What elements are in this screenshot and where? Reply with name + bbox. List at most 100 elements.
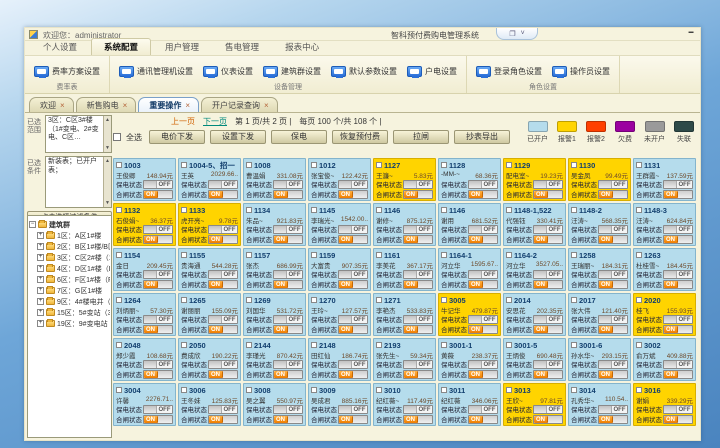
- card-checkbox[interactable]: [636, 252, 642, 258]
- card-checkbox[interactable]: [116, 207, 122, 213]
- meter-card[interactable]: 3006 王冬妹 125.83元 保电状态 OFF 合闸状态 ON: [178, 383, 241, 426]
- expand-icon[interactable]: +: [37, 309, 44, 316]
- card-checkbox[interactable]: [376, 387, 382, 393]
- window-controls-pill[interactable]: ❐ ˅: [496, 28, 538, 40]
- trip-switch-button[interactable]: 拉闸: [393, 130, 449, 144]
- card-checkbox[interactable]: [636, 297, 642, 303]
- card-checkbox[interactable]: [441, 207, 447, 213]
- card-checkbox[interactable]: [571, 207, 577, 213]
- ribbon-tab-sales[interactable]: 售电管理: [213, 39, 271, 55]
- switch-state-toggle[interactable]: ON: [598, 280, 628, 289]
- power-protect-toggle[interactable]: OFF: [663, 180, 693, 189]
- meter-card[interactable]: 1004-5、招一 王英 2029.66.. 保电状态 OFF 合闸状态 ON: [178, 158, 241, 201]
- tab-important-operations[interactable]: 重要操作×: [138, 97, 199, 112]
- power-protect-toggle[interactable]: OFF: [533, 180, 563, 189]
- card-checkbox[interactable]: [246, 342, 252, 348]
- switch-state-toggle[interactable]: ON: [208, 415, 238, 424]
- switch-state-toggle[interactable]: ON: [273, 190, 303, 199]
- card-checkbox[interactable]: [181, 342, 187, 348]
- meter-card[interactable]: 2148 田红仙 186.74元 保电状态 OFF 合闸状态 ON: [308, 338, 371, 381]
- meter-card[interactable]: 1157 张杰 686.99元 保电状态 OFF 合闸状态 ON: [243, 248, 306, 291]
- close-icon[interactable]: ×: [60, 101, 65, 110]
- switch-state-toggle[interactable]: ON: [143, 280, 173, 289]
- meter-card[interactable]: 1130 吴金凤 99.49元 保电状态 OFF 合闸状态 ON: [568, 158, 631, 201]
- scroll-down-icon[interactable]: ▼: [105, 199, 110, 208]
- switch-state-toggle[interactable]: ON: [338, 190, 368, 199]
- switch-state-toggle[interactable]: ON: [338, 415, 368, 424]
- switch-state-toggle[interactable]: ON: [403, 370, 433, 379]
- power-protect-toggle[interactable]: OFF: [208, 225, 238, 234]
- meter-card[interactable]: 2144 李瑾光 870.42元 保电状态 OFF 合闸状态 ON: [243, 338, 306, 381]
- switch-state-toggle[interactable]: ON: [598, 190, 628, 199]
- card-checkbox[interactable]: [636, 387, 642, 393]
- meter-card[interactable]: 1145 李瑞光~ 1542.00.. 保电状态 OFF 合闸状态 ON: [308, 203, 371, 246]
- card-checkbox[interactable]: [311, 387, 317, 393]
- minimize-button[interactable]: ━: [685, 29, 697, 38]
- card-checkbox[interactable]: [376, 297, 382, 303]
- building-group-settings-button[interactable]: 建筑群设置: [260, 64, 324, 79]
- power-protect-toggle[interactable]: OFF: [208, 315, 238, 324]
- meter-card[interactable]: 1154 金日 209.45元 保电状态 OFF 合闸状态 ON: [113, 248, 176, 291]
- household-power-settings-button[interactable]: 户电设置: [404, 64, 460, 79]
- power-protect-toggle[interactable]: OFF: [208, 270, 238, 279]
- switch-state-toggle[interactable]: ON: [663, 370, 693, 379]
- card-checkbox[interactable]: [441, 387, 447, 393]
- meter-card[interactable]: 3010 纪红薇~ 117.49元 保电状态 OFF 合闸状态 ON: [373, 383, 436, 426]
- meter-card[interactable]: 1148-2 汪涛~ 568.35元 保电状态 OFF 合闸状态 ON: [568, 203, 631, 246]
- power-protect-toggle[interactable]: OFF: [273, 405, 303, 414]
- card-checkbox[interactable]: [506, 387, 512, 393]
- chevron-down-icon[interactable]: ˅: [521, 30, 525, 37]
- meter-card[interactable]: 2017 张大伟 121.40元 保电状态 OFF 合闸状态 ON: [568, 293, 631, 336]
- close-icon[interactable]: ×: [185, 101, 190, 110]
- switch-state-toggle[interactable]: ON: [403, 325, 433, 334]
- power-protect-toggle[interactable]: OFF: [468, 270, 498, 279]
- card-checkbox[interactable]: [506, 252, 512, 258]
- meter-card[interactable]: 1129 配电室~ 19.23元 保电状态 OFF 合闸状态 ON: [503, 158, 566, 201]
- meter-card[interactable]: 1132 石俊娟~ 36.37元 保电状态 OFF 合闸状态 ON: [113, 203, 176, 246]
- card-checkbox[interactable]: [311, 297, 317, 303]
- close-icon[interactable]: ×: [264, 101, 269, 110]
- meter-card[interactable]: 3001-1 黄薇 238.37元 保电状态 OFF 合闸状态 ON: [438, 338, 501, 381]
- ribbon-tab-personal[interactable]: 个人设置: [31, 39, 89, 55]
- card-checkbox[interactable]: [441, 252, 447, 258]
- meter-card[interactable]: 1264 刘炳丽~ 57.30元 保电状态 OFF 合闸状态 ON: [113, 293, 176, 336]
- switch-state-toggle[interactable]: ON: [273, 370, 303, 379]
- meter-card[interactable]: 1008 曹温娟 331.08元 保电状态 OFF 合闸状态 ON: [243, 158, 306, 201]
- power-protect-toggle[interactable]: OFF: [338, 360, 368, 369]
- switch-state-toggle[interactable]: ON: [533, 370, 563, 379]
- power-protect-toggle[interactable]: OFF: [468, 360, 498, 369]
- selected-range-listbox[interactable]: 3区：C区3#楼（1#变电、2#变电、C区… ▲▼: [45, 115, 112, 153]
- card-checkbox[interactable]: [441, 162, 447, 168]
- operator-settings-button[interactable]: 操作员设置: [549, 64, 613, 79]
- meter-export-button[interactable]: 抄表导出: [454, 130, 510, 144]
- close-icon[interactable]: ×: [123, 101, 128, 110]
- meter-card[interactable]: 1155 贵海通 544.28元 保电状态 OFF 合闸状态 ON: [178, 248, 241, 291]
- card-checkbox[interactable]: [636, 342, 642, 348]
- power-protect-toggle[interactable]: OFF: [403, 180, 433, 189]
- card-checkbox[interactable]: [181, 162, 187, 168]
- meter-card[interactable]: 1146 谢修~ 875.12元 保电状态 OFF 合闸状态 ON: [373, 203, 436, 246]
- power-protect-toggle[interactable]: OFF: [468, 225, 498, 234]
- switch-state-toggle[interactable]: ON: [468, 415, 498, 424]
- collapse-icon[interactable]: −: [29, 221, 36, 228]
- card-checkbox[interactable]: [181, 252, 187, 258]
- card-checkbox[interactable]: [116, 252, 122, 258]
- switch-state-toggle[interactable]: ON: [273, 280, 303, 289]
- tree-node[interactable]: + 15区：5#变站（3#变…: [29, 307, 110, 318]
- expand-icon[interactable]: +: [37, 254, 44, 261]
- switch-state-toggle[interactable]: ON: [663, 190, 693, 199]
- switch-state-toggle[interactable]: ON: [533, 235, 563, 244]
- switch-state-toggle[interactable]: ON: [663, 325, 693, 334]
- meter-card[interactable]: 3001-6 孙水华~ 293.15元 保电状态 OFF 合闸状态 ON: [568, 338, 631, 381]
- meter-card[interactable]: 2048 郑少霞 108.68元 保电状态 OFF 合闸状态 ON: [113, 338, 176, 381]
- expand-icon[interactable]: +: [37, 298, 44, 305]
- switch-state-toggle[interactable]: ON: [598, 415, 628, 424]
- card-checkbox[interactable]: [181, 207, 187, 213]
- switch-state-toggle[interactable]: ON: [533, 280, 563, 289]
- power-protect-toggle[interactable]: OFF: [273, 270, 303, 279]
- power-protect-toggle[interactable]: OFF: [533, 360, 563, 369]
- ribbon-tab-reports[interactable]: 报表中心: [273, 39, 331, 55]
- login-role-settings-button[interactable]: 登录角色设置: [473, 64, 545, 79]
- meter-card[interactable]: 1012 张宝俊~ 122.42元 保电状态 OFF 合闸状态 ON: [308, 158, 371, 201]
- switch-state-toggle[interactable]: ON: [208, 190, 238, 199]
